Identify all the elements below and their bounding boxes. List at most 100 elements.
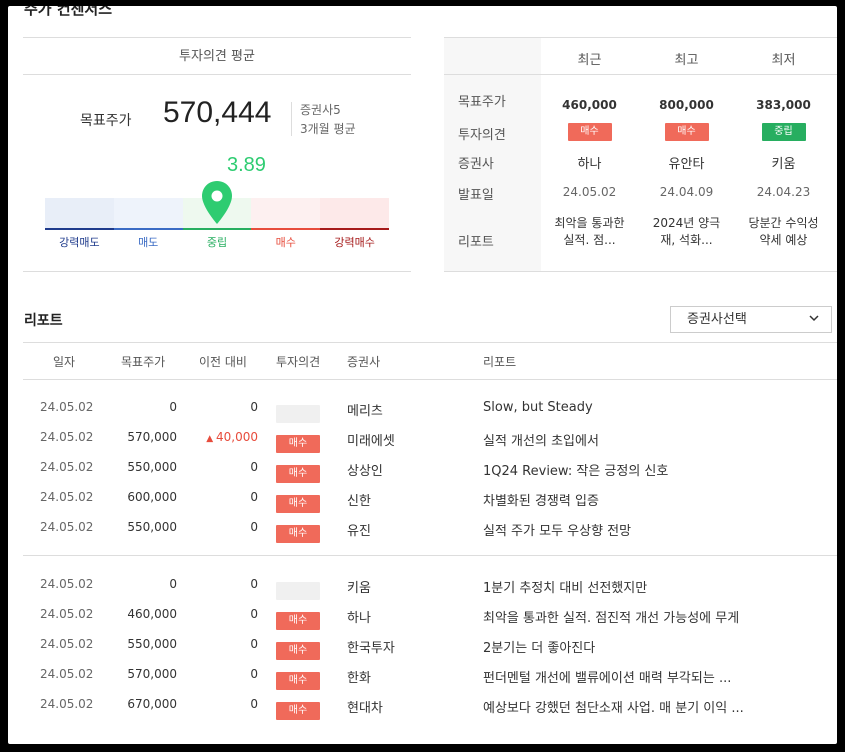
opinion-scale-label: 매수: [275, 236, 296, 249]
report-table-header: 일자 목표주가 이전 대비 투자의견 증권사 리포트: [23, 342, 837, 380]
report-target-price: 0: [169, 577, 177, 591]
report-title-link[interactable]: 펀더멘털 개선에 밸류에이션 매력 부각되는 ...: [483, 667, 731, 686]
report-row[interactable]: 24.05.02 550,000 0 매수 상상인 1Q24 Review: 작은 긍정의…: [23, 454, 837, 484]
row-label-date: 발표일: [458, 188, 494, 203]
row-label-report: 리포트: [458, 235, 494, 250]
group-divider: [23, 555, 837, 556]
report-change-value: 0: [250, 520, 258, 534]
report-target-price: 550,000: [127, 460, 177, 474]
low-opinion: 중립: [735, 123, 832, 141]
high-report-link[interactable]: 2024년 양극재, 석화...: [638, 215, 735, 249]
report-change: 0: [250, 667, 258, 681]
opinion-badge: 매수: [664, 123, 709, 141]
report-change: 0: [250, 637, 258, 651]
report-target-price: 550,000: [127, 637, 177, 651]
report-change: 0: [250, 607, 258, 621]
opinion-scale-segment: [113, 198, 183, 230]
report-date: 24.05.02: [40, 697, 94, 711]
report-row[interactable]: 24.05.02 600,000 0 매수 신한 차별화된 경쟁력 입증: [23, 484, 837, 514]
header-date: 일자: [53, 355, 76, 369]
high-price: 800,000: [659, 98, 714, 112]
report-title-link[interactable]: 최악을 통과한 실적. 점진적 개선 가능성에 무게: [483, 607, 739, 626]
report-change-value: 0: [250, 400, 258, 414]
report-target-price: 570,000: [127, 430, 177, 444]
report-line: 실적. 점...: [563, 233, 616, 247]
report-change-value: 0: [250, 667, 258, 681]
report-date: 24.05.02: [40, 577, 94, 591]
average-period: 3개월 평균: [300, 122, 356, 136]
opinion-scale-label: 강력매수: [334, 236, 375, 249]
report-broker: 한국투자: [347, 641, 395, 656]
report-title-link[interactable]: 1분기 추정치 대비 선전했지만: [483, 577, 647, 596]
report-target-price: 0: [169, 400, 177, 414]
report-target-price: 550,000: [127, 520, 177, 534]
report-broker: 키움: [347, 581, 371, 596]
report-change: 0: [250, 490, 258, 504]
report-change-value: 0: [250, 637, 258, 651]
opinion-badge: 매수: [567, 123, 612, 141]
report-title-link[interactable]: 차별화된 경쟁력 입증: [483, 490, 599, 509]
row-label-broker: 증권사: [458, 157, 494, 172]
report-change: 0: [250, 520, 258, 534]
report-title-link[interactable]: 2분기는 더 좋아진다: [483, 637, 595, 656]
header-target-price: 목표주가: [121, 355, 166, 369]
opinion-score: 3.89: [227, 154, 266, 176]
opinion-scale-label: 강력매도: [59, 236, 100, 249]
header-change: 이전 대비: [199, 355, 247, 369]
opinion-scale-label: 매도: [138, 236, 159, 249]
report-date: 24.05.02: [40, 607, 94, 621]
report-row[interactable]: 24.05.02 550,000 0 매수 한국투자 2분기는 더 좋아진다: [23, 631, 837, 661]
recent-date: 24.05.02: [562, 185, 617, 199]
report-row[interactable]: 24.05.02 570,000 ▲ 40,000 매수 미래에셋 실적 개선의 초입에서: [23, 424, 837, 454]
row-label-opinion: 투자의견: [458, 128, 506, 143]
report-title-link[interactable]: Slow, but Steady: [483, 400, 593, 415]
report-change: 0: [250, 577, 258, 591]
low-date: 24.04.23: [756, 185, 811, 199]
low-report-link[interactable]: 당분간 수익성 약세 예상: [735, 215, 832, 249]
opinion-badge: 중립: [761, 123, 806, 141]
report-change: 0: [250, 460, 258, 474]
recent-report-link[interactable]: 최악을 통과한 실적. 점...: [541, 215, 638, 249]
report-row[interactable]: 24.05.02 460,000 0 매수 하나 최악을 통과한 실적. 점진적 개선 가…: [23, 601, 837, 631]
report-change-value: 0: [250, 460, 258, 474]
report-change-value: 0: [250, 697, 258, 711]
opinion-badge: 매수: [276, 435, 320, 453]
report-line: 2024년 양극: [652, 216, 721, 230]
report-target-price: 570,000: [127, 667, 177, 681]
report-line: 재, 석화...: [660, 233, 713, 247]
broker-count: 증권사5: [300, 103, 341, 117]
recent-high-low-table: 최근 최고 최저 목표주가 투자의견 증권사 발표일 리포트 460,000 8…: [444, 37, 837, 272]
up-arrow-icon: ▲: [206, 434, 216, 444]
report-broker: 현대차: [347, 701, 383, 716]
opinion-average-box: 투자의견 평균 목표주가 570,444 증권사5 3개월 평균 3.89 강력…: [23, 37, 411, 272]
opinion-badge: [276, 582, 320, 600]
report-date: 24.05.02: [40, 667, 94, 681]
report-section-title: 리포트: [24, 313, 63, 329]
column-header-high: 최고: [674, 53, 699, 68]
report-line: 당분간 수익성: [748, 216, 819, 230]
report-date: 24.05.02: [40, 400, 94, 414]
report-date: 24.05.02: [40, 490, 94, 504]
report-row[interactable]: 24.05.02 550,000 0 매수 유진 실적 주가 모두 우상향 전망: [23, 514, 837, 544]
opinion-badge: 매수: [276, 672, 320, 690]
column-header-recent: 최근: [577, 53, 602, 68]
consensus-panel: 주가 컨센서스 투자의견 평균 목표주가 570,444 증권사5 3개월 평균…: [8, 6, 837, 744]
report-row[interactable]: 24.05.02 0 0 메리츠 Slow, but Steady: [23, 394, 837, 424]
opinion-badge: 매수: [276, 702, 320, 720]
opinion-badge: [276, 405, 320, 423]
report-change: 0: [250, 697, 258, 711]
report-row[interactable]: 24.05.02 670,000 0 매수 현대차 예상보다 강했던 첨단소재 사업. 매…: [23, 691, 837, 721]
opinion-badge: 매수: [276, 525, 320, 543]
report-row[interactable]: 24.05.02 0 0 키움 1분기 추정치 대비 선전했지만: [23, 571, 837, 601]
target-price-label: 목표주가: [80, 113, 132, 129]
report-broker: 하나: [347, 611, 371, 626]
report-title-link[interactable]: 실적 개선의 초입에서: [483, 430, 599, 449]
report-title-link[interactable]: 예상보다 강했던 첨단소재 사업. 매 분기 이익 ...: [483, 697, 744, 716]
report-title-link[interactable]: 1Q24 Review: 작은 긍정의 신호: [483, 460, 668, 479]
broker-select[interactable]: 증권사선택: [670, 306, 832, 333]
report-row[interactable]: 24.05.02 570,000 0 매수 한화 펀더멘털 개선에 밸류에이션 매력 부각…: [23, 661, 837, 691]
report-broker: 유진: [347, 524, 371, 539]
header-opinion: 투자의견: [276, 355, 321, 369]
divider: [291, 102, 292, 136]
report-title-link[interactable]: 실적 주가 모두 우상향 전망: [483, 520, 631, 539]
